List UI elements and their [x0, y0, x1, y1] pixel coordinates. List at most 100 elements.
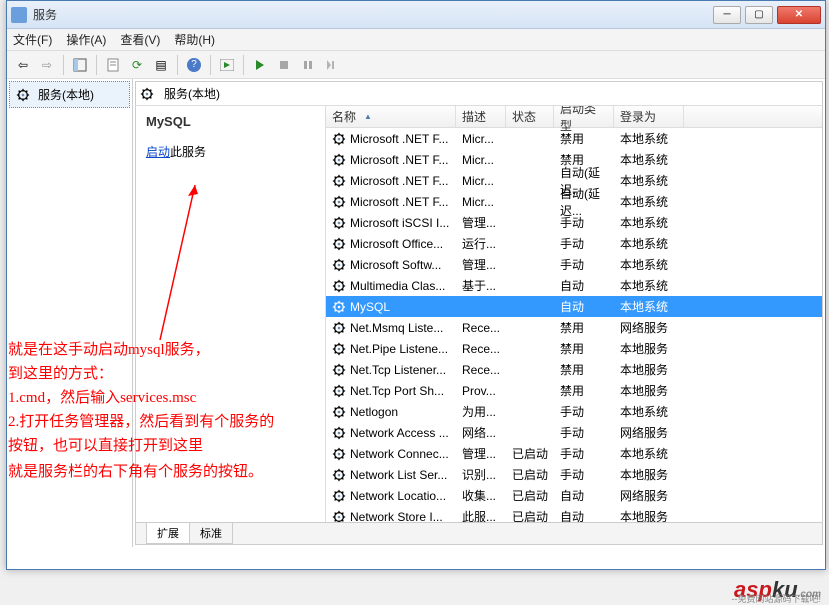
menu-view[interactable]: 查看(V) — [120, 31, 160, 48]
col-logon[interactable]: 登录为 — [614, 106, 684, 127]
menu-help[interactable]: 帮助(H) — [174, 31, 215, 48]
service-name: Multimedia Clas... — [350, 279, 445, 293]
close-button[interactable]: ✕ — [777, 6, 821, 24]
col-startup[interactable]: 启动类型 — [554, 106, 614, 127]
tree-root[interactable]: 服务(本地) — [9, 81, 130, 108]
service-row[interactable]: Multimedia Clas...基于...自动本地系统 — [326, 275, 822, 296]
service-name: Network Connec... — [350, 447, 449, 461]
menu-action[interactable]: 操作(A) — [66, 31, 106, 48]
stop-button[interactable] — [274, 55, 294, 75]
titlebar[interactable]: 服务 ─ ▢ ✕ — [7, 1, 825, 29]
pause-button[interactable] — [298, 55, 318, 75]
service-desc: 管理... — [456, 211, 506, 234]
service-row[interactable]: Network Access ...网络...手动网络服务 — [326, 422, 822, 443]
service-desc: Prov... — [456, 381, 506, 401]
service-logon: 本地系统 — [614, 442, 684, 465]
gear-icon — [332, 363, 346, 377]
start-service-link[interactable]: 启动 — [146, 145, 170, 159]
forward-button[interactable]: ⇨ — [37, 55, 57, 75]
service-row[interactable]: Microsoft Office...运行...手动本地系统 — [326, 233, 822, 254]
gear-icon — [332, 174, 346, 188]
service-startup: 自动 — [554, 484, 614, 507]
service-status — [506, 220, 554, 226]
tab-standard[interactable]: 标准 — [189, 523, 233, 544]
service-row[interactable]: MySQL自动本地系统 — [326, 296, 822, 317]
col-name[interactable]: 名称▲ — [326, 106, 456, 127]
service-logon: 本地服务 — [614, 358, 684, 381]
refresh-button[interactable]: ⟳ — [127, 55, 147, 75]
service-logon: 本地系统 — [614, 295, 684, 318]
back-button[interactable]: ⇦ — [13, 55, 33, 75]
service-row[interactable]: Net.Tcp Listener...Rece...禁用本地服务 — [326, 359, 822, 380]
minimize-button[interactable]: ─ — [713, 6, 741, 24]
service-startup: 自动 — [554, 505, 614, 522]
service-status — [506, 367, 554, 373]
right-header: 服务(本地) — [136, 82, 822, 106]
service-logon: 本地服务 — [614, 379, 684, 402]
right-header-title: 服务(本地) — [164, 85, 220, 102]
service-row[interactable]: Net.Pipe Listene...Rece...禁用本地服务 — [326, 338, 822, 359]
service-startup: 手动 — [554, 421, 614, 444]
gear-icon — [332, 258, 346, 272]
service-status — [506, 136, 554, 142]
service-row[interactable]: Network List Ser...识别...已启动手动本地服务 — [326, 464, 822, 485]
service-status — [506, 304, 554, 310]
service-desc: 管理... — [456, 442, 506, 465]
list-rows[interactable]: Microsoft .NET F...Micr...禁用本地系统Microsof… — [326, 128, 822, 522]
service-desc: Micr... — [456, 150, 506, 170]
service-status — [506, 346, 554, 352]
service-startup: 手动 — [554, 253, 614, 276]
service-name: MySQL — [350, 300, 390, 314]
col-status[interactable]: 状态 — [506, 106, 554, 127]
service-status: 已启动 — [506, 442, 554, 465]
maximize-button[interactable]: ▢ — [745, 6, 773, 24]
service-name: Microsoft Office... — [350, 237, 443, 251]
bottom-tabs: 扩展 标准 — [136, 522, 822, 544]
service-logon: 本地服务 — [614, 337, 684, 360]
col-desc[interactable]: 描述 — [456, 106, 506, 127]
service-name: Network List Ser... — [350, 468, 447, 482]
service-startup: 自动 — [554, 274, 614, 297]
service-status — [506, 241, 554, 247]
tab-extended[interactable]: 扩展 — [146, 523, 190, 544]
menu-file[interactable]: 文件(F) — [13, 31, 52, 48]
service-desc: Micr... — [456, 129, 506, 149]
gear-icon — [332, 342, 346, 356]
service-logon: 网络服务 — [614, 316, 684, 339]
restart-button[interactable] — [322, 55, 342, 75]
service-row[interactable]: Net.Tcp Port Sh...Prov...禁用本地服务 — [326, 380, 822, 401]
properties-button[interactable] — [103, 55, 123, 75]
detail-title: MySQL — [146, 114, 315, 129]
service-startup: 禁用 — [554, 316, 614, 339]
play-combo-button[interactable] — [217, 55, 237, 75]
export-button[interactable]: ▤ — [151, 55, 171, 75]
service-row[interactable]: Microsoft .NET F...Micr...自动(延迟...本地系统 — [326, 191, 822, 212]
service-name: Microsoft .NET F... — [350, 153, 448, 167]
service-name: Net.Msmq Liste... — [350, 321, 443, 335]
service-desc: 收集... — [456, 484, 506, 507]
service-desc: 运行... — [456, 232, 506, 255]
service-row[interactable]: Microsoft Softw...管理...手动本地系统 — [326, 254, 822, 275]
start-button[interactable] — [250, 55, 270, 75]
service-row[interactable]: Netlogon为用...手动本地系统 — [326, 401, 822, 422]
service-startup: 禁用 — [554, 358, 614, 381]
help-button[interactable]: ? — [184, 55, 204, 75]
app-icon — [11, 7, 27, 23]
service-row[interactable]: Net.Msmq Liste...Rece...禁用网络服务 — [326, 317, 822, 338]
service-logon: 本地系统 — [614, 148, 684, 171]
service-row[interactable]: Network Locatio...收集...已启动自动网络服务 — [326, 485, 822, 506]
gear-icon — [332, 510, 346, 523]
service-row[interactable]: Network Store I...此服...已启动自动本地服务 — [326, 506, 822, 522]
show-hide-button[interactable] — [70, 55, 90, 75]
service-row[interactable]: Network Connec...管理...已启动手动本地系统 — [326, 443, 822, 464]
service-desc: 识别... — [456, 463, 506, 486]
service-row[interactable]: Microsoft .NET F...Micr...禁用本地系统 — [326, 128, 822, 149]
watermark-tagline: --免费网站源码下载吧! — [732, 592, 822, 605]
service-logon: 本地服务 — [614, 505, 684, 522]
gear-icon — [332, 279, 346, 293]
detail-action-line: 启动此服务 — [146, 143, 315, 160]
service-desc: 此服... — [456, 505, 506, 522]
menubar: 文件(F) 操作(A) 查看(V) 帮助(H) — [7, 29, 825, 51]
service-desc: Micr... — [456, 171, 506, 191]
service-row[interactable]: Microsoft iSCSI I...管理...手动本地系统 — [326, 212, 822, 233]
